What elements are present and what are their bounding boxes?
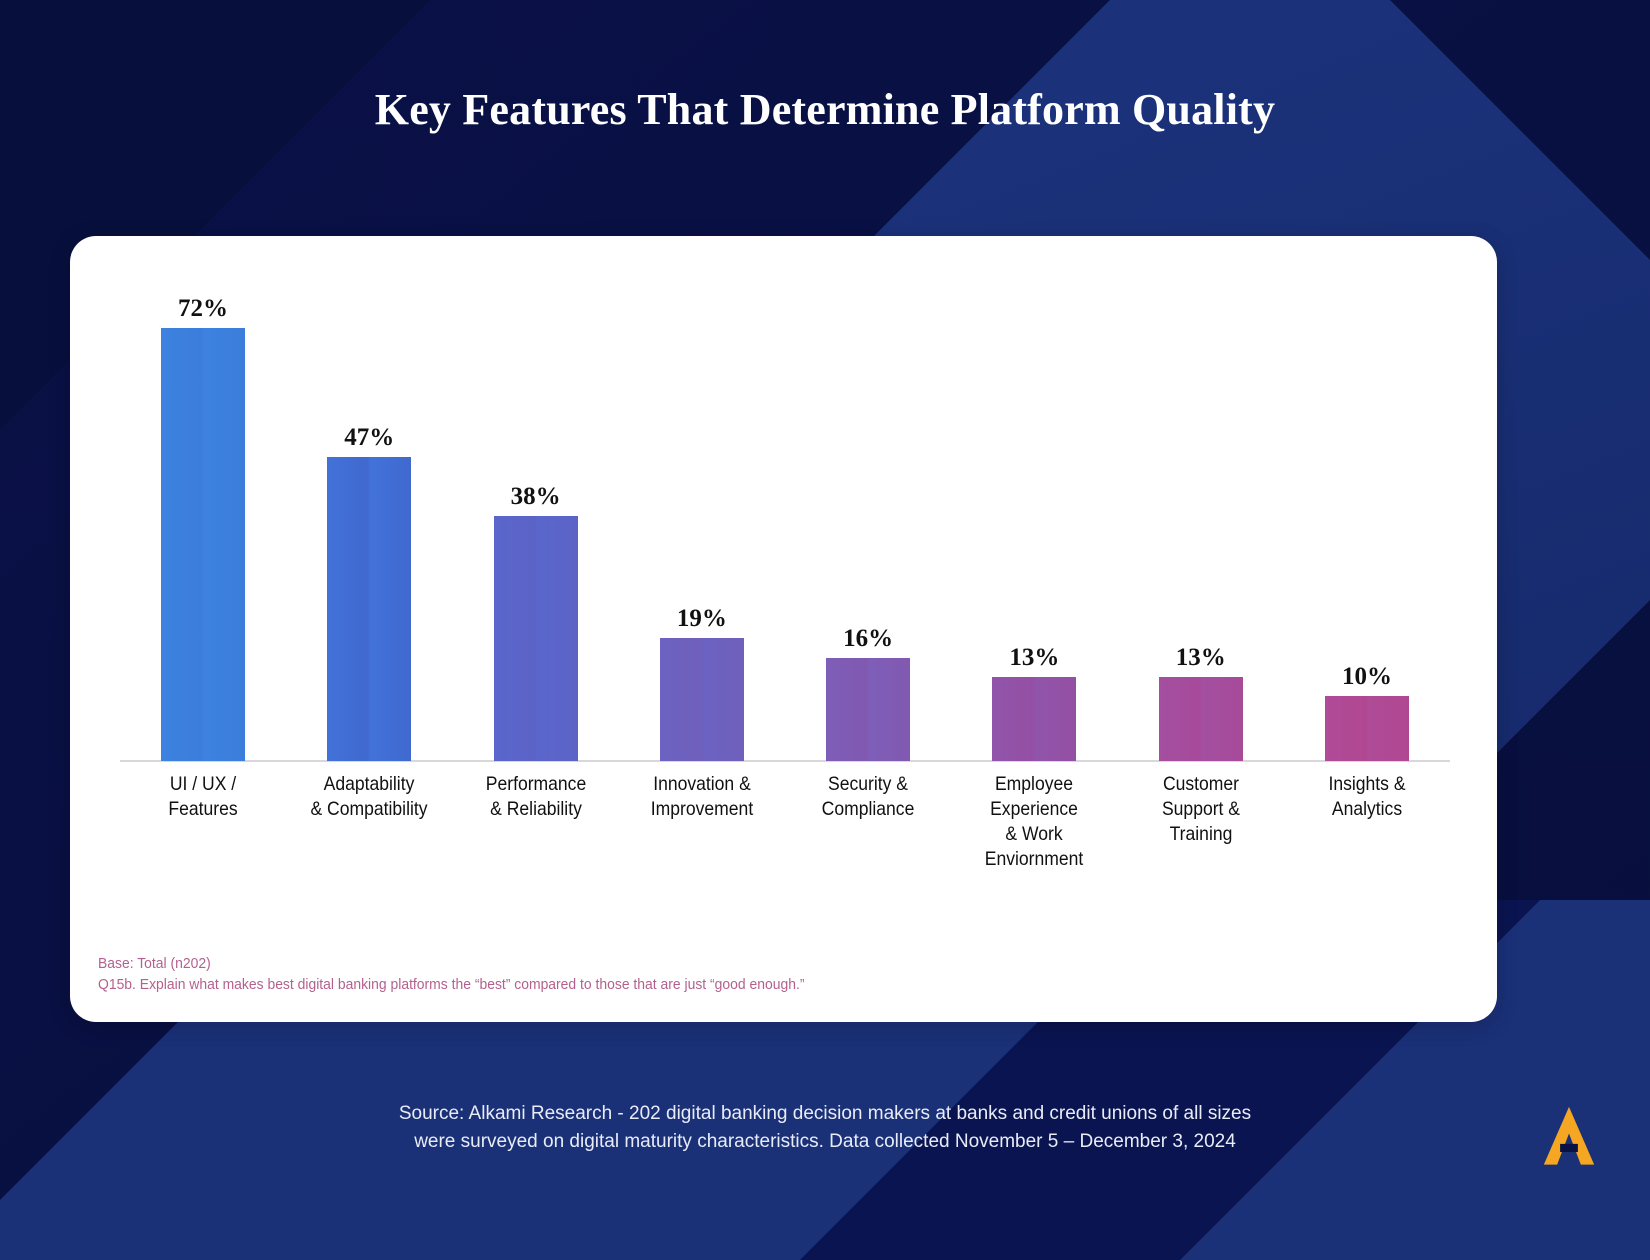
x-axis-label: Adaptability & Compatibility <box>310 773 428 820</box>
x-axis-label: Innovation & Improvement <box>650 773 754 820</box>
footnote-base: Base: Total (n202) <box>98 956 211 972</box>
bar-group[interactable]: 13% <box>1118 296 1284 761</box>
bar[interactable] <box>826 658 911 761</box>
bar[interactable] <box>493 516 578 761</box>
bar[interactable] <box>1158 677 1243 761</box>
slide-canvas: Key Features That Determine Platform Qua… <box>0 0 1650 1260</box>
x-axis-label: Customer Support & Training <box>1161 773 1240 845</box>
bar-group[interactable]: 47% <box>286 296 452 761</box>
bar-group[interactable]: 72% <box>120 296 286 761</box>
bar[interactable] <box>992 677 1077 761</box>
x-axis-label: Employee Experience & Work Enviornment <box>985 773 1084 870</box>
bar[interactable] <box>161 328 245 761</box>
bar-series: 72% 47% 38% 19% 16% 13% 13% 10% <box>120 296 1450 761</box>
bar-value-label: 38% <box>510 483 561 510</box>
chart-card: 72% 47% 38% 19% 16% 13% 13% 10% UI / UX … <box>70 236 1497 1022</box>
bar-value-label: 13% <box>1175 644 1226 671</box>
source-note: Source: Alkami Research - 202 digital ba… <box>0 1100 1650 1156</box>
bar-group[interactable]: 38% <box>453 296 619 761</box>
source-line-2: were surveyed on digital maturity charac… <box>414 1131 1236 1152</box>
bar-value-label: 19% <box>676 605 727 632</box>
x-axis-label: UI / UX / Features <box>168 773 238 820</box>
x-axis-label: Security & Compliance <box>821 773 915 820</box>
bar-group[interactable]: 16% <box>785 296 951 761</box>
bar[interactable] <box>1324 696 1409 761</box>
x-axis-labels: UI / UX / Features Adaptability & Compat… <box>120 772 1450 872</box>
bar-group[interactable]: 13% <box>951 296 1117 761</box>
footnote-question: Q15b. Explain what makes best digital ba… <box>98 977 805 993</box>
page-title: Key Features That Determine Platform Qua… <box>374 85 1276 134</box>
bar-value-label: 47% <box>344 424 395 451</box>
bar[interactable] <box>327 457 412 761</box>
bar-value-label: 13% <box>1009 644 1060 671</box>
x-axis-label: Insights & Analytics <box>1328 773 1406 820</box>
bar-value-label: 72% <box>178 295 228 322</box>
bar[interactable] <box>659 638 744 761</box>
bar-group[interactable]: 10% <box>1284 296 1450 761</box>
bar-group[interactable]: 19% <box>619 296 785 761</box>
alkami-logo-icon <box>1543 1106 1595 1165</box>
x-axis-label: Performance & Reliability <box>485 773 586 820</box>
bar-value-label: 10% <box>1341 663 1392 690</box>
chart-footnotes: Base: Total (n202) Q15b. Explain what ma… <box>98 954 804 996</box>
bar-value-label: 16% <box>843 625 894 652</box>
source-line-1: Source: Alkami Research - 202 digital ba… <box>398 1103 1252 1124</box>
